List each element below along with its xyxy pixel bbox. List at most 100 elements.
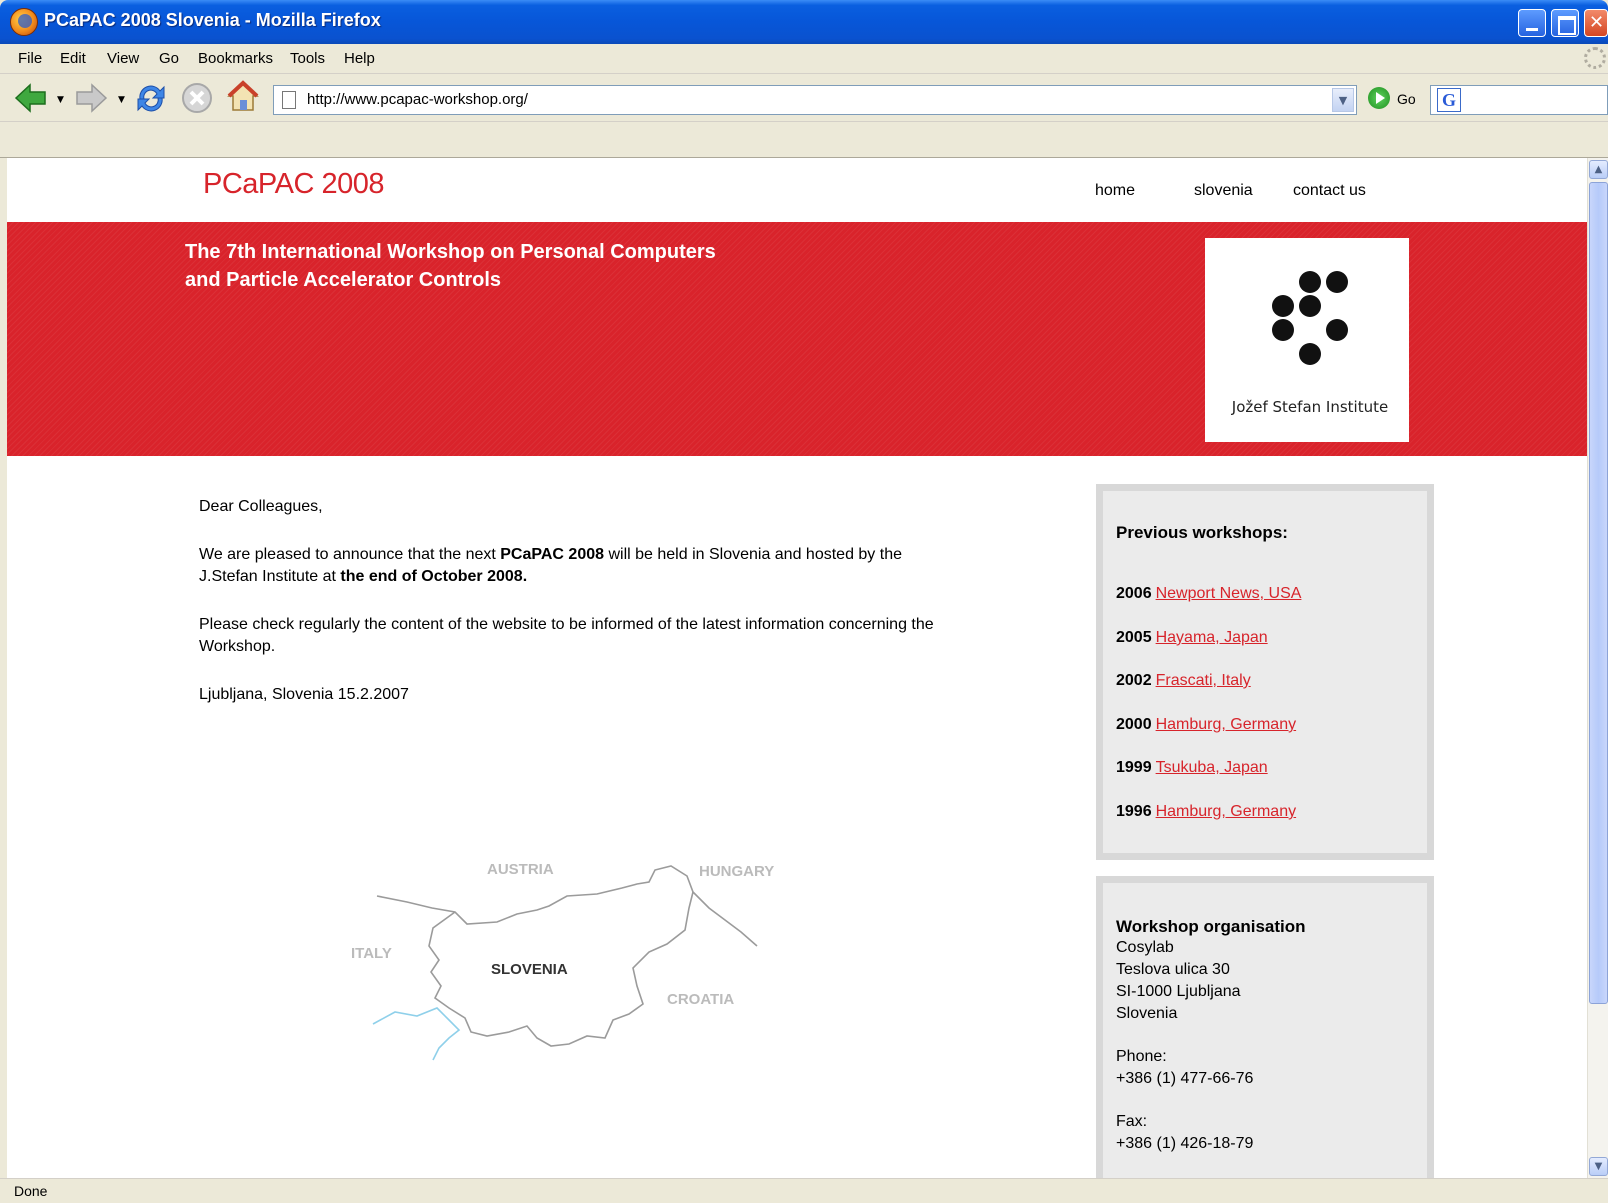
- stop-icon[interactable]: [180, 81, 214, 115]
- organisation-country: Slovenia: [1116, 1005, 1178, 1022]
- workshop-year: 2005: [1116, 629, 1152, 646]
- home-icon[interactable]: [226, 79, 260, 113]
- vertical-scrollbar[interactable]: ▲ ▼: [1587, 158, 1608, 1178]
- announcement-event: PCaPAC 2008: [500, 546, 605, 563]
- window-title: PCaPAC 2008 Slovenia - Mozilla Firefox: [44, 10, 381, 30]
- announcement-date: the end of October 2008.: [340, 568, 528, 585]
- organisation-heading: Workshop organisation: [1116, 917, 1306, 936]
- workshop-link[interactable]: Tsukuba, Japan: [1156, 759, 1268, 776]
- menu-tools[interactable]: Tools: [290, 50, 325, 67]
- url-text[interactable]: http://www.pcapac-workshop.org/: [307, 91, 528, 108]
- maximize-button[interactable]: [1551, 9, 1579, 37]
- fax-number: +386 (1) 426-18-79: [1116, 1135, 1254, 1152]
- reload-icon[interactable]: [134, 81, 168, 115]
- header-banner: The 7th International Workshop on Person…: [7, 222, 1587, 456]
- welcome-text: Dear Colleagues, We are pleased to annou…: [199, 496, 959, 732]
- logo-dot: [1299, 343, 1321, 365]
- workshop-year: 1999: [1116, 759, 1152, 776]
- previous-workshops-heading: Previous workshops:: [1116, 523, 1288, 542]
- menu-edit[interactable]: Edit: [60, 50, 86, 67]
- announcement-text: We are pleased to announce that the next: [199, 546, 501, 563]
- workshop-link[interactable]: Hamburg, Germany: [1156, 803, 1297, 820]
- scroll-thumb[interactable]: [1589, 182, 1608, 1004]
- workshop-year: 2006: [1116, 585, 1152, 602]
- workshop-row: 1996 Hamburg, Germany: [1116, 803, 1296, 821]
- workshop-year: 2002: [1116, 672, 1152, 689]
- close-button[interactable]: [1584, 9, 1608, 37]
- fax-label: Fax:: [1116, 1113, 1148, 1130]
- nav-home-link[interactable]: home: [1095, 182, 1135, 200]
- menu-bar: File Edit View Go Bookmarks Tools Help: [0, 44, 1608, 74]
- workshop-row: 2005 Hayama, Japan: [1116, 629, 1268, 647]
- organisation-name: Cosylab: [1116, 939, 1174, 956]
- status-text: Done: [14, 1183, 48, 1199]
- firefox-icon: [10, 8, 38, 36]
- announcement: We are pleased to announce that the next…: [199, 544, 959, 588]
- activity-throbber-icon: [1584, 47, 1606, 69]
- banner-title-line-1: The 7th International Workshop on Person…: [185, 241, 716, 263]
- nav-slovenia-link[interactable]: slovenia: [1194, 182, 1253, 200]
- workshop-year: 1996: [1116, 803, 1152, 820]
- signature: Ljubljana, Slovenia 15.2.2007: [199, 686, 409, 703]
- logo-dot: [1326, 271, 1348, 293]
- menu-view[interactable]: View: [107, 50, 139, 67]
- workshop-year: 2000: [1116, 716, 1152, 733]
- page-icon: [282, 91, 296, 109]
- map-label-italy: ITALY: [351, 945, 392, 962]
- minimize-button[interactable]: [1518, 9, 1546, 37]
- phone-number: +386 (1) 477-66-76: [1116, 1070, 1254, 1087]
- logo-dot: [1272, 295, 1294, 317]
- map-label-austria: AUSTRIA: [487, 861, 554, 878]
- back-arrow-icon[interactable]: [14, 81, 48, 115]
- bookmarks-toolbar: [0, 122, 1608, 158]
- status-bar: Done: [0, 1178, 1608, 1203]
- organisation-details: Workshop organisation Cosylab Teslova ul…: [1116, 917, 1306, 1155]
- logo-dot: [1272, 319, 1294, 341]
- banner-title-line-2: and Particle Accelerator Controls: [185, 269, 502, 291]
- go-button-label[interactable]: Go: [1397, 91, 1416, 107]
- workshop-link[interactable]: Frascati, Italy: [1156, 672, 1251, 689]
- greeting: Dear Colleagues,: [199, 498, 323, 515]
- nav-contact-link[interactable]: contact us: [1293, 182, 1366, 200]
- slovenia-map: AUSTRIA HUNGARY ITALY SLOVENIA CROATIA: [351, 861, 774, 1061]
- workshop-row: 1999 Tsukuba, Japan: [1116, 759, 1268, 777]
- logo-dot: [1326, 319, 1348, 341]
- phone-label: Phone:: [1116, 1048, 1167, 1065]
- jsi-logo: Jožef Stefan Institute: [1205, 238, 1409, 442]
- previous-workshops-panel: Previous workshops: 2006 Newport News, US…: [1096, 484, 1434, 860]
- workshop-row: 2006 Newport News, USA: [1116, 585, 1301, 603]
- title-bar: PCaPAC 2008 Slovenia - Mozilla Firefox: [0, 0, 1608, 44]
- go-arrow-icon[interactable]: [1368, 87, 1390, 109]
- google-search-engine-icon[interactable]: G: [1437, 88, 1461, 112]
- logo-dot: [1299, 271, 1321, 293]
- organisation-city: SI-1000 Ljubljana: [1116, 983, 1241, 1000]
- map-label-slovenia: SLOVENIA: [491, 961, 568, 978]
- url-history-dropdown-icon[interactable]: ▼: [1332, 88, 1354, 112]
- scroll-up-icon[interactable]: ▲: [1589, 160, 1608, 179]
- workshop-link[interactable]: Hamburg, Germany: [1156, 716, 1297, 733]
- map-label-croatia: CROATIA: [667, 991, 734, 1008]
- search-field[interactable]: G: [1430, 85, 1608, 115]
- banner-title: The 7th International Workshop on Person…: [185, 238, 716, 294]
- site-logo[interactable]: PCaPAC 2008: [203, 168, 384, 201]
- jsi-logo-label: Jožef Stefan Institute: [1231, 398, 1389, 416]
- address-bar[interactable]: http://www.pcapac-workshop.org/ ▼: [273, 85, 1357, 115]
- menu-go[interactable]: Go: [159, 50, 179, 67]
- map-label-hungary: HUNGARY: [699, 863, 774, 880]
- workshop-row: 2002 Frascati, Italy: [1116, 672, 1251, 690]
- page-viewport: PCaPAC 2008 home slovenia contact us The…: [7, 158, 1587, 1178]
- workshop-link[interactable]: Hayama, Japan: [1156, 629, 1268, 646]
- forward-dropdown-icon[interactable]: ▼: [118, 95, 125, 105]
- back-dropdown-icon[interactable]: ▼: [57, 95, 64, 105]
- menu-bookmarks[interactable]: Bookmarks: [198, 50, 273, 67]
- workshop-organisation-panel: Workshop organisation Cosylab Teslova ul…: [1096, 876, 1434, 1178]
- workshop-row: 2000 Hamburg, Germany: [1116, 716, 1296, 734]
- check-notice: Please check regularly the content of th…: [199, 616, 934, 655]
- forward-arrow-icon[interactable]: [74, 81, 108, 115]
- menu-help[interactable]: Help: [344, 50, 375, 67]
- workshop-link[interactable]: Newport News, USA: [1156, 585, 1302, 602]
- logo-dot: [1299, 295, 1321, 317]
- organisation-street: Teslova ulica 30: [1116, 961, 1230, 978]
- menu-file[interactable]: File: [18, 50, 42, 67]
- scroll-down-icon[interactable]: ▼: [1589, 1157, 1608, 1176]
